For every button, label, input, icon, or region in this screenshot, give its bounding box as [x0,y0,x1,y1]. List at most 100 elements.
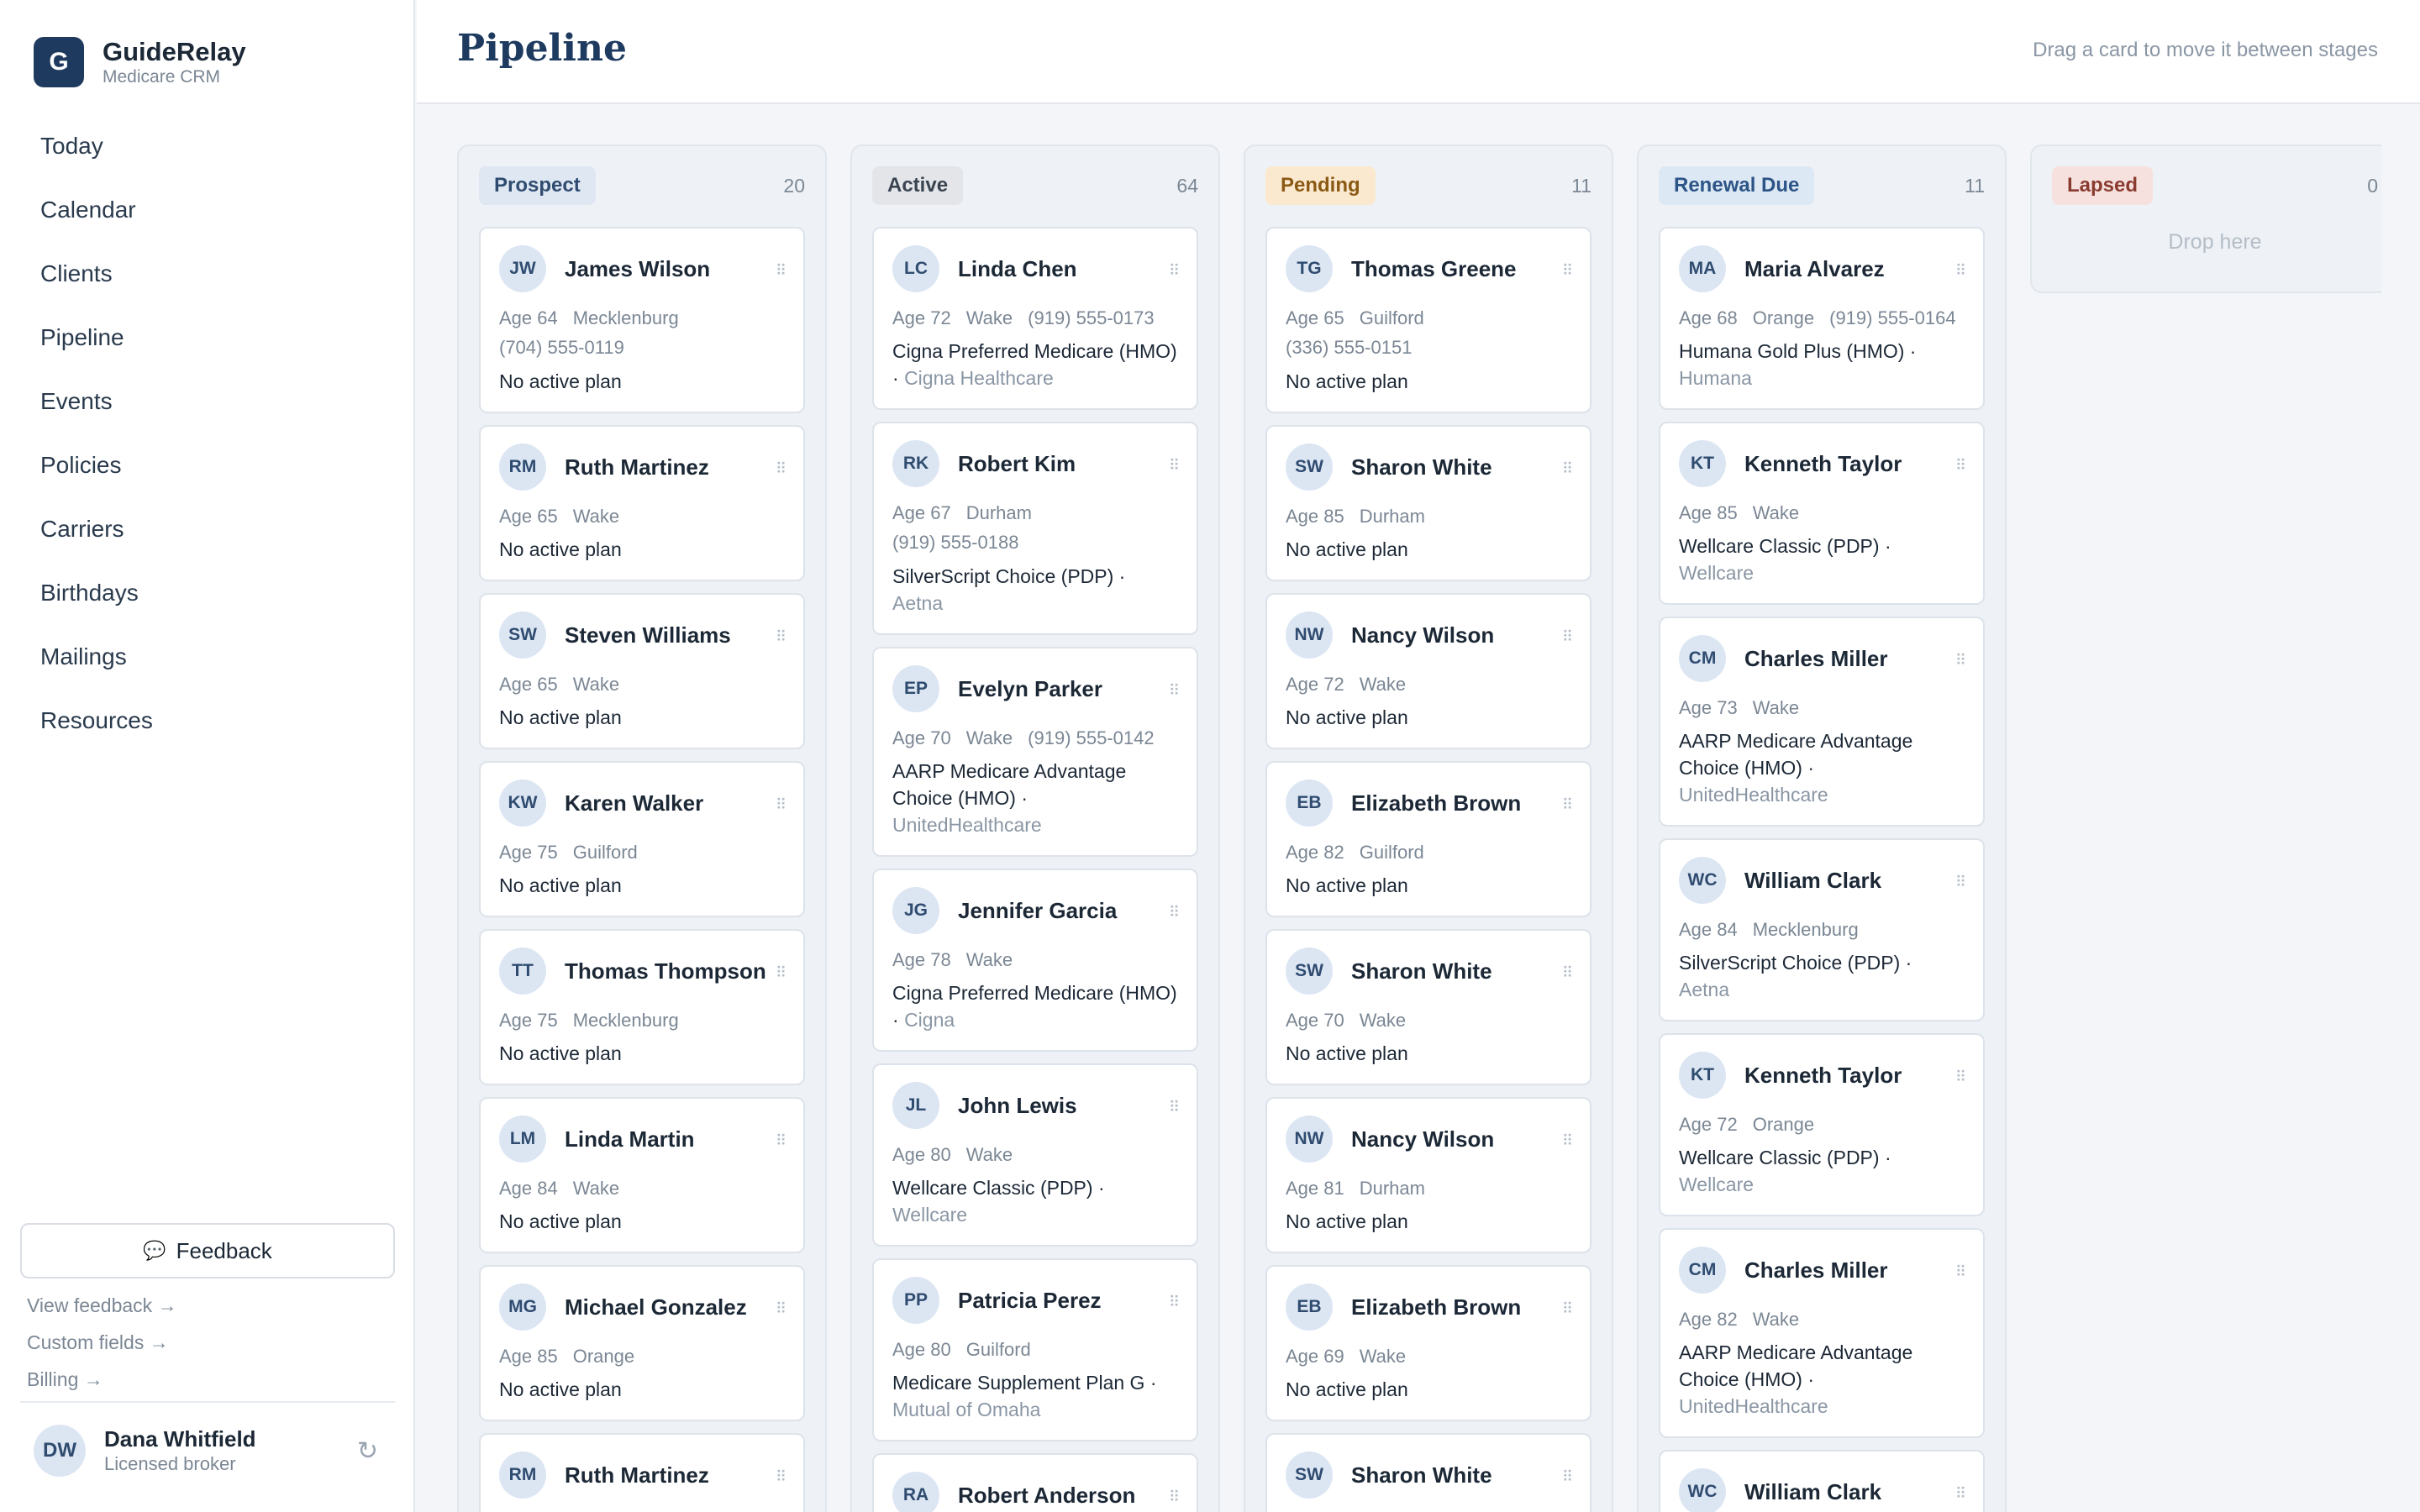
drag-handle-icon[interactable]: ⠿ [776,964,786,982]
user-profile[interactable]: DW Dana Whitfield Licensed broker ↻ [34,1425,378,1477]
drag-handle-icon[interactable]: ⠿ [1562,460,1573,478]
client-card[interactable]: WC William Clark ⠿ Age 84 Mecklenburg SilverS… [1659,838,1985,1021]
nav-item-calendar[interactable]: Calendar [20,178,395,242]
client-card[interactable]: LC Linda Chen ⠿ Age 72 Wake (919) 555-0173 Cig… [872,227,1198,410]
client-card[interactable]: RA Robert Anderson ⠿ [872,1453,1198,1512]
client-card[interactable]: SWSharon White⠿Age 79Guilford [1265,1433,1591,1512]
drag-handle-icon[interactable]: ⠿ [776,1132,786,1150]
client-meta: Age 85 Orange [499,1342,785,1371]
avatar: RM [499,1452,546,1499]
drag-handle-icon[interactable]: ⠿ [1562,262,1573,280]
client-card[interactable]: SW Steven Williams ⠿ Age 65 Wake No active pl… [479,593,805,749]
drag-handle-icon[interactable]: ⠿ [776,1300,786,1318]
avatar: JG [892,887,939,934]
drag-handle-icon[interactable]: ⠿ [776,262,786,280]
client-card[interactable]: JL John Lewis ⠿ Age 80 Wake Wellcare Classic … [872,1063,1198,1247]
client-card[interactable]: KT Kenneth Taylor ⠿ Age 85 Wake Wellcare Clas… [1659,422,1985,605]
nav-item-policies[interactable]: Policies [20,433,395,497]
client-county: Mecklenburg [572,307,679,328]
feedback-button[interactable]: 💬 Feedback [20,1223,395,1278]
client-card[interactable]: SW Sharon White ⠿ Age 70 Wake No active plan [1265,929,1591,1085]
client-meta: Age 85 Wake [1679,499,1965,528]
drag-handle-icon[interactable]: ⠿ [1955,874,1966,891]
drag-handle-icon[interactable]: ⠿ [776,460,786,478]
nav-item-resources[interactable]: Resources [20,689,395,753]
drag-handle-icon[interactable]: ⠿ [1562,628,1573,646]
client-plan: Medicare Supplement Plan G · Mutual of O… [892,1369,1178,1423]
drag-handle-icon[interactable]: ⠿ [1955,457,1966,475]
drag-handle-icon[interactable]: ⠿ [1169,1099,1180,1116]
client-county: Mecklenburg [572,1010,679,1031]
nav-item-today[interactable]: Today [20,114,395,178]
drag-handle-icon[interactable]: ⠿ [1955,652,1966,669]
client-card[interactable]: MG Michael Gonzalez ⠿ Age 85 Orange No active… [479,1265,805,1421]
drag-handle-icon[interactable]: ⠿ [776,1468,786,1486]
client-card[interactable]: EB Elizabeth Brown ⠿ Age 69 Wake No active pl… [1265,1265,1591,1421]
drag-handle-icon[interactable]: ⠿ [1955,1485,1966,1503]
client-card[interactable]: CM Charles Miller ⠿ Age 82 Wake AARP Medicare… [1659,1228,1985,1438]
drag-handle-icon[interactable]: ⠿ [1562,964,1573,982]
client-card[interactable]: NW Nancy Wilson ⠿ Age 81 Durham No active pla… [1265,1097,1591,1253]
drag-handle-icon[interactable]: ⠿ [1562,796,1573,814]
nav-item-clients[interactable]: Clients [20,242,395,306]
drag-handle-icon[interactable]: ⠿ [1955,1263,1966,1281]
avatar: CM [1679,635,1726,682]
billing-link[interactable]: Billing → [27,1361,177,1398]
client-name: Elizabeth Brown [1351,790,1522,816]
nav-item-birthdays[interactable]: Birthdays [20,561,395,625]
drop-zone[interactable]: Drop here [2032,227,2381,291]
client-card[interactable]: LM Linda Martin ⠿ Age 84 Wake No active plan [479,1097,805,1253]
client-card[interactable]: PP Patricia Perez ⠿ Age 80 Guilford Medicare … [872,1258,1198,1441]
client-plan: No active plan [499,1208,785,1235]
client-card[interactable]: JG Jennifer Garcia ⠿ Age 78 Wake Cigna Prefer… [872,869,1198,1052]
client-meta: Age 68 Orange (919) 555-0164 [1679,304,1965,333]
client-meta: Age 65 Guilford [1286,304,1571,333]
client-card[interactable]: EB Elizabeth Brown ⠿ Age 82 Guilford No activ… [1265,761,1591,917]
refresh-icon[interactable]: ↻ [357,1436,378,1466]
client-card[interactable]: EP Evelyn Parker ⠿ Age 70 Wake (919) 555-0142… [872,647,1198,857]
drag-handle-icon[interactable]: ⠿ [1169,457,1180,475]
client-card[interactable]: NW Nancy Wilson ⠿ Age 72 Wake No active plan [1265,593,1591,749]
nav-item-events[interactable]: Events [20,370,395,433]
nav-item-carriers[interactable]: Carriers [20,497,395,561]
drag-handle-icon[interactable]: ⠿ [776,796,786,814]
client-card[interactable]: TG Thomas Greene ⠿ Age 65 Guilford (336) 555-… [1265,227,1591,413]
drag-handle-icon[interactable]: ⠿ [1955,262,1966,280]
client-card[interactable]: KW Karen Walker ⠿ Age 75 Guilford No active p… [479,761,805,917]
custom-fields-link[interactable]: Custom fields → [27,1324,177,1361]
nav-item-mailings[interactable]: Mailings [20,625,395,689]
client-name: Michael Gonzalez [565,1294,747,1320]
client-card[interactable]: RMRuth Martinez⠿Age 72Durham [479,1433,805,1512]
client-card[interactable]: RM Ruth Martinez ⠿ Age 65 Wake No active plan [479,425,805,581]
client-card[interactable]: RK Robert Kim ⠿ Age 67 Durham (919) 555-0188 S… [872,422,1198,635]
drag-handle-icon[interactable]: ⠿ [1169,1488,1180,1506]
card-header: JL John Lewis [892,1080,1178,1131]
client-card[interactable]: CM Charles Miller ⠿ Age 73 Wake AARP Medicare… [1659,617,1985,827]
drag-handle-icon[interactable]: ⠿ [1562,1300,1573,1318]
card-header: JG Jennifer Garcia [892,885,1178,936]
client-card[interactable]: KT Kenneth Taylor ⠿ Age 72 Orange Wellcare Cl… [1659,1033,1985,1216]
client-card[interactable]: JW James Wilson ⠿ Age 64 Mecklenburg (704) 55… [479,227,805,413]
client-age: Age 85 [499,1346,558,1367]
drag-handle-icon[interactable]: ⠿ [776,628,786,646]
client-plan: No active plan [1286,704,1571,731]
drag-handle-icon[interactable]: ⠿ [1169,1294,1180,1311]
brand[interactable]: G GuideRelay Medicare CRM [34,37,246,87]
client-card[interactable]: WC William Clark ⠿ [1659,1450,1985,1512]
client-card[interactable]: TT Thomas Thompson ⠿ Age 75 Mecklenburg No ac… [479,929,805,1085]
drag-handle-icon[interactable]: ⠿ [1169,904,1180,921]
drag-handle-icon[interactable]: ⠿ [1955,1068,1966,1086]
stage-badge: Pending [1265,166,1376,205]
plan-name: SilverScript Choice (PDP) · [1679,952,1912,974]
view-feedback-link[interactable]: View feedback → [27,1287,177,1324]
drag-handle-icon[interactable]: ⠿ [1562,1468,1573,1486]
nav-item-pipeline[interactable]: Pipeline [20,306,395,370]
column-renewal-due: Renewal Due 11 MA Maria Alvarez ⠿ Age 68 Orang… [1637,144,2007,1512]
drag-handle-icon[interactable]: ⠿ [1169,262,1180,280]
client-card[interactable]: SW Sharon White ⠿ Age 85 Durham No active pla… [1265,425,1591,581]
drag-handle-icon[interactable]: ⠿ [1562,1132,1573,1150]
brand-name: GuideRelay [103,37,246,66]
client-card[interactable]: MA Maria Alvarez ⠿ Age 68 Orange (919) 555-01… [1659,227,1985,410]
drag-handle-icon[interactable]: ⠿ [1169,682,1180,700]
client-meta: Age 84 Wake [499,1174,785,1203]
